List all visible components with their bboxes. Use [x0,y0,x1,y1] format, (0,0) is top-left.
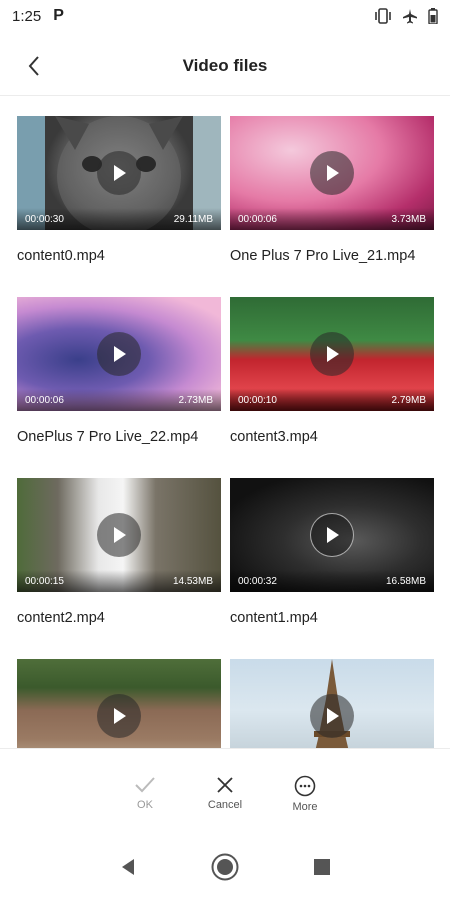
video-size: 29.11MB [173,214,213,225]
video-size: 2.79MB [391,395,426,406]
app-notification-icon: P [53,7,64,24]
video-file-name: content2.mp4 [17,610,105,626]
play-icon [114,708,126,724]
video-file-name: content3.mp4 [230,429,318,445]
triangle-back-icon [122,859,135,875]
check-icon [135,777,155,793]
play-icon [327,165,339,181]
play-button[interactable] [97,694,141,738]
video-size: 14.53MB [172,576,213,587]
ok-label: OK [137,799,153,811]
video-card[interactable] [230,659,434,748]
video-duration: 00:00:15 [25,576,64,587]
video-duration: 00:00:06 [25,395,64,406]
nav-back-button[interactable] [108,847,148,887]
video-card[interactable]: 00:00:06 3.73MB One Plus 7 Pro Live_21.m… [230,116,434,264]
play-button[interactable] [97,332,141,376]
video-thumbnail[interactable]: 00:00:32 16.58MB [230,478,434,592]
play-button[interactable] [97,151,141,195]
video-size: 3.73MB [391,214,426,225]
video-thumbnail[interactable]: 00:00:06 2.73MB [17,297,221,411]
play-icon [327,346,339,362]
video-thumbnail[interactable]: 00:00:10 2.79MB [230,297,434,411]
cancel-button[interactable]: Cancel [203,775,247,834]
status-bar: 1:25 P [0,0,450,32]
video-thumbnail[interactable] [17,659,221,748]
airplane-icon [402,8,418,24]
video-thumbnail[interactable] [230,659,434,748]
video-thumbnail[interactable]: 00:00:15 14.53MB [17,478,221,592]
video-file-name: One Plus 7 Pro Live_21.mp4 [230,248,416,264]
status-time: 1:25 [12,7,42,25]
app-header: Video files [0,36,450,96]
play-icon [114,165,126,181]
video-card[interactable]: 00:00:10 2.79MB content3.mp4 [230,297,434,445]
video-size: 16.58MB [385,576,426,587]
page-title: Video files [182,55,268,75]
play-button[interactable] [310,513,354,557]
ok-button[interactable]: OK [123,775,167,834]
video-card[interactable]: 00:00:30 29.11MB content0.mp4 [17,116,221,264]
vibrate-icon [374,8,392,24]
play-icon [327,527,339,543]
video-duration: 00:00:10 [238,395,277,406]
video-grid[interactable]: 00:00:30 29.11MB content0.mp4 00:00:06 3… [0,116,450,748]
more-label: More [292,801,318,813]
video-duration: 00:00:06 [238,214,277,225]
close-icon [217,777,233,793]
video-size: 2.73MB [178,395,213,406]
play-button[interactable] [310,694,354,738]
video-duration: 00:00:30 [25,214,64,225]
video-thumbnail[interactable]: 00:00:30 29.11MB [17,116,221,230]
back-button[interactable] [18,50,50,82]
video-file-name: content0.mp4 [17,248,105,264]
video-card[interactable] [17,659,221,748]
video-card[interactable]: 00:00:32 16.58MB content1.mp4 [230,478,434,626]
video-file-name: content1.mp4 [230,610,318,626]
video-duration: 00:00:32 [238,576,277,587]
play-button[interactable] [310,332,354,376]
video-thumbnail[interactable]: 00:00:06 3.73MB [230,116,434,230]
square-recents-icon [313,859,330,875]
video-file-name: OnePlus 7 Pro Live_22.mp4 [17,429,199,445]
video-card[interactable]: 00:00:06 2.73MB OnePlus 7 Pro Live_22.mp… [17,297,221,445]
play-icon [327,708,339,724]
bottom-action-bar: OK Cancel More [0,748,450,834]
nav-recents-button[interactable] [302,847,342,887]
play-icon [114,527,126,543]
play-button[interactable] [310,151,354,195]
cancel-label: Cancel [207,799,243,811]
play-button[interactable] [97,513,141,557]
video-card[interactable]: 00:00:15 14.53MB content2.mp4 [17,478,221,626]
more-button[interactable]: More [283,775,327,834]
more-icon [294,775,316,797]
play-icon [114,346,126,362]
home-circle-icon [211,853,239,881]
system-nav-bar [0,834,450,900]
battery-icon [428,8,438,24]
chevron-left-icon [28,56,39,76]
nav-home-button[interactable] [205,847,245,887]
status-icons [374,8,438,24]
